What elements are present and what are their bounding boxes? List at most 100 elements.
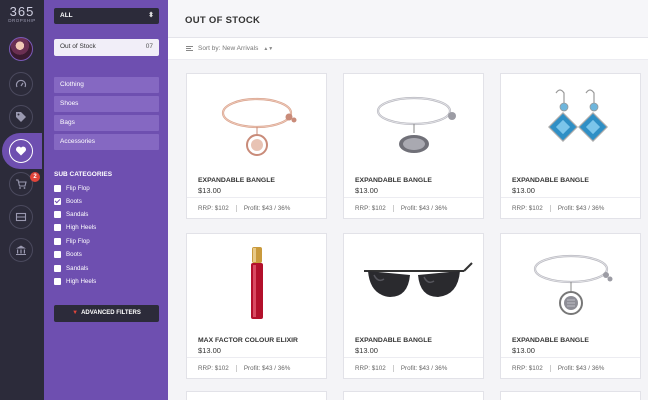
sub-category-label: High Heels	[66, 223, 97, 231]
sub-category-item[interactable]: Flip Flop	[54, 183, 90, 193]
out-of-stock-count: 07	[145, 43, 153, 50]
product-card[interactable]: MAX FACTOR COLOUR ELIXIR $13.00 RRP: $10…	[186, 233, 327, 379]
product-profit: Profit: $43 / 36%	[243, 205, 291, 212]
sort-icon	[186, 46, 193, 51]
sub-category-label: Sandals	[66, 210, 89, 218]
category-shoes[interactable]: Shoes	[54, 96, 159, 112]
out-of-stock-filter[interactable]: Out of Stock 07	[54, 39, 159, 56]
product-price: $13.00	[355, 346, 378, 355]
sub-category-item[interactable]: Sandals	[54, 209, 88, 219]
product-price: $13.00	[198, 186, 221, 195]
funnel-icon: ▼	[72, 310, 79, 316]
product-image-lip-gloss[interactable]	[187, 234, 326, 332]
product-footer: RRP: $102 Profit: $43 / 36%	[501, 197, 640, 219]
product-card[interactable]: EXPANDABLE BANGLE $13.00 RRP: $102 Profit…	[343, 233, 484, 379]
product-image-blue-gem-earrings[interactable]	[501, 74, 640, 172]
product-grid: EXPANDABLE BANGLE $13.00 RRP: $102 Profit…	[168, 60, 648, 400]
product-card-partial[interactable]	[186, 391, 327, 400]
category-accessories[interactable]: Accessories	[54, 134, 159, 150]
sub-category-label: Flip Flop	[66, 237, 90, 245]
sub-category-item[interactable]: Flip Flop	[54, 236, 90, 246]
select-chevron-icon: ⬍	[148, 12, 154, 19]
product-card-partial[interactable]	[500, 391, 641, 400]
divider	[235, 205, 237, 212]
product-footer: RRP: $102 Profit: $43 / 36%	[501, 357, 640, 379]
checkbox[interactable]	[54, 277, 61, 285]
product-card[interactable]: EXPANDABLE BANGLE $13.00 RRP: $102 Profit…	[500, 73, 641, 219]
sort-dropdown[interactable]: Sort by: New Arrivals ▲▼	[186, 45, 273, 52]
product-name[interactable]: EXPANDABLE BANGLE	[198, 177, 275, 184]
product-name[interactable]: EXPANDABLE BANGLE	[512, 337, 589, 344]
product-rrp: RRP: $102	[355, 205, 386, 212]
divider	[392, 365, 394, 372]
product-image-silver-bangle-round-charm[interactable]	[501, 234, 640, 332]
product-price: $13.00	[512, 346, 535, 355]
advanced-filters-label: ADVANCED FILTERS	[81, 310, 141, 316]
category-clothing[interactable]: Clothing	[54, 77, 159, 93]
product-footer: RRP: $102 Profit: $43 / 36%	[344, 197, 483, 219]
product-price: $13.00	[512, 186, 535, 195]
product-image-sunglasses[interactable]	[344, 234, 483, 332]
logo-subtitle: DROPSHIP	[8, 18, 36, 23]
heart-icon[interactable]	[9, 139, 33, 163]
product-card-partial[interactable]	[343, 391, 484, 400]
product-rrp: RRP: $102	[512, 365, 543, 372]
icon-rail: 365 DROPSHIP 2	[0, 0, 44, 400]
checkbox[interactable]	[54, 210, 61, 218]
sub-category-item[interactable]: Boots	[54, 249, 82, 259]
sort-chevron-icon: ▲▼	[263, 45, 274, 52]
logo[interactable]: 365 DROPSHIP	[4, 4, 40, 23]
product-card[interactable]: EXPANDABLE BANGLE $13.00 RRP: $102 Profit…	[343, 73, 484, 219]
product-rrp: RRP: $102	[355, 365, 386, 372]
sub-category-item[interactable]: High Heels	[54, 276, 96, 286]
product-name[interactable]: EXPANDABLE BANGLE	[355, 177, 432, 184]
product-profit: Profit: $43 / 36%	[400, 365, 448, 372]
product-name[interactable]: EXPANDABLE BANGLE	[512, 177, 589, 184]
sort-label: Sort by: New Arrivals	[198, 45, 259, 52]
sub-categories-title: SUB CATEGORIES	[54, 171, 113, 178]
checkbox-checked[interactable]	[54, 197, 61, 205]
header-bar: OUT OF STOCK	[168, 0, 648, 38]
sub-category-item[interactable]: Boots	[54, 196, 82, 206]
sub-category-label: High Heels	[66, 277, 97, 285]
checkbox[interactable]	[54, 264, 61, 272]
sort-bar: Sort by: New Arrivals ▲▼	[168, 38, 648, 60]
tag-icon[interactable]	[9, 105, 33, 129]
sub-category-item[interactable]: Sandals	[54, 263, 88, 273]
out-of-stock-label: Out of Stock	[60, 43, 96, 50]
checkbox[interactable]	[54, 184, 61, 192]
category-select[interactable]: ALL ⬍	[54, 8, 159, 24]
checkbox[interactable]	[54, 223, 61, 231]
sub-category-item[interactable]: High Heels	[54, 222, 96, 232]
logo-number: 365	[9, 4, 35, 19]
page-title: OUT OF STOCK	[185, 15, 261, 26]
advanced-filters-button[interactable]: ▼ ADVANCED FILTERS	[54, 305, 159, 322]
product-image-silver-bangle-oval-charm[interactable]	[344, 74, 483, 172]
checkbox[interactable]	[54, 250, 61, 258]
checkbox[interactable]	[54, 237, 61, 245]
product-footer: RRP: $102 Profit: $43 / 36%	[187, 197, 326, 219]
product-price: $13.00	[355, 186, 378, 195]
product-name[interactable]: MAX FACTOR COLOUR ELIXIR	[198, 337, 298, 344]
product-image-rose-gold-bangle[interactable]	[187, 74, 326, 172]
product-footer: RRP: $102 Profit: $43 / 36%	[187, 357, 326, 379]
divider	[392, 205, 394, 212]
sub-category-label: Sandals	[66, 264, 89, 272]
avatar[interactable]	[9, 37, 33, 61]
sub-category-label: Boots	[66, 250, 82, 258]
dashboard-gauge-icon[interactable]	[9, 72, 33, 96]
product-name[interactable]: EXPANDABLE BANGLE	[355, 337, 432, 344]
category-bags[interactable]: Bags	[54, 115, 159, 131]
main-content: OUT OF STOCK Sort by: New Arrivals ▲▼ EX…	[168, 0, 648, 400]
sub-category-label: Boots	[66, 197, 82, 205]
filter-sidebar: ALL ⬍ Out of Stock 07 Clothing Shoes Bag…	[44, 0, 168, 400]
product-footer: RRP: $102 Profit: $43 / 36%	[344, 357, 483, 379]
bank-icon[interactable]	[9, 238, 33, 262]
inbox-icon[interactable]	[9, 205, 33, 229]
product-card[interactable]: EXPANDABLE BANGLE $13.00 RRP: $102 Profit…	[186, 73, 327, 219]
cart-badge: 2	[30, 172, 40, 182]
product-rrp: RRP: $102	[198, 365, 229, 372]
product-card[interactable]: EXPANDABLE BANGLE $13.00 RRP: $102 Profit…	[500, 233, 641, 379]
divider	[549, 205, 551, 212]
product-profit: Profit: $43 / 36%	[243, 365, 291, 372]
